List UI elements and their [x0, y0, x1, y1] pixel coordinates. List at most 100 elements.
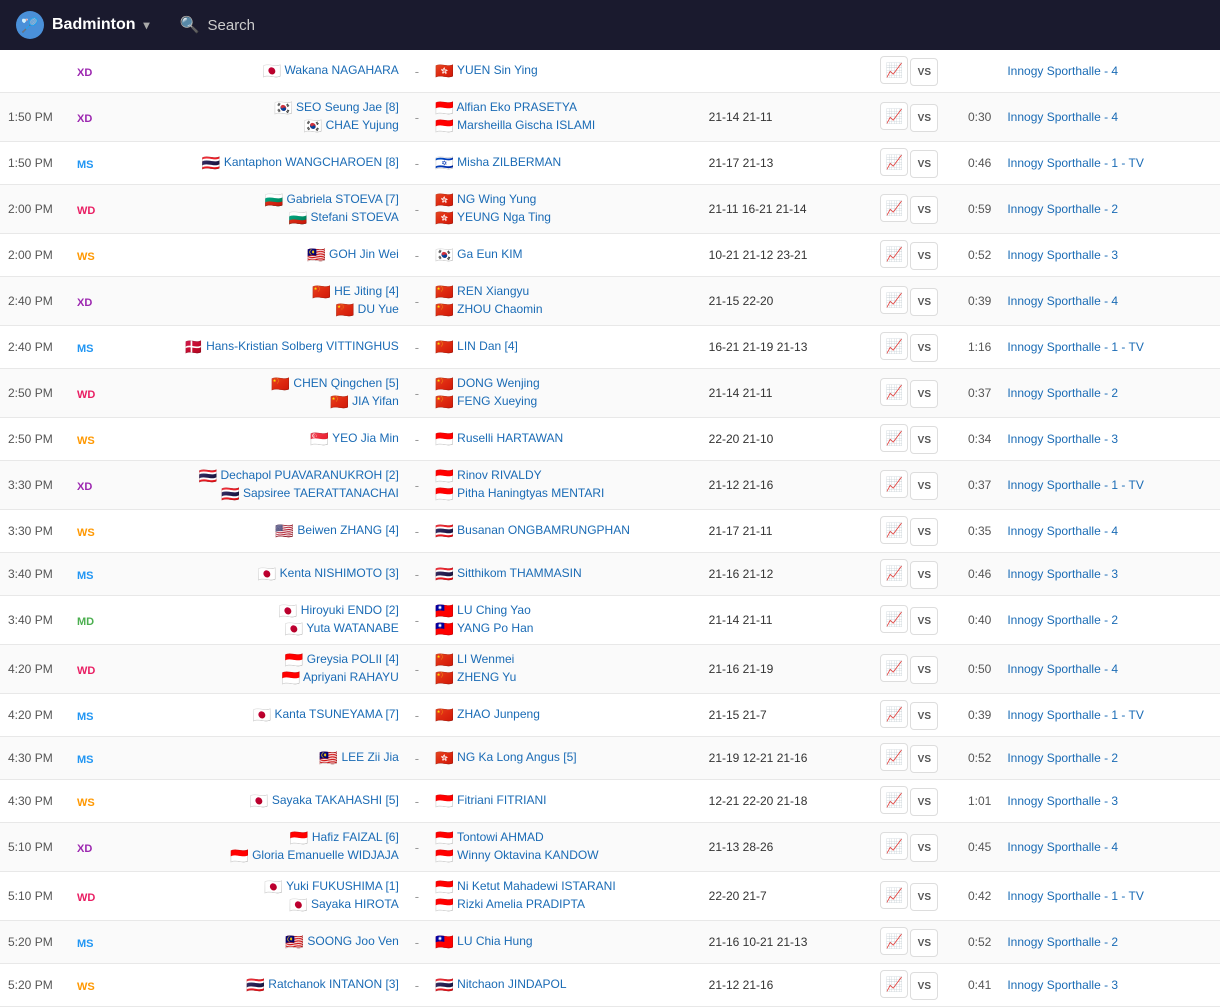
- vs-button[interactable]: VS: [910, 788, 938, 816]
- opponent1-name[interactable]: 🇮🇩 Fitriani FITRIANI: [435, 792, 693, 810]
- chart-button[interactable]: 📈: [880, 424, 908, 452]
- match-venue[interactable]: Innogy Sporthalle - 4: [999, 510, 1220, 553]
- vs-button[interactable]: VS: [910, 380, 938, 408]
- player1-name[interactable]: 🇹🇭 Kantaphon WANGCHAROEN [8]: [115, 154, 398, 172]
- chart-button[interactable]: 📈: [880, 332, 908, 360]
- opponent1-name[interactable]: 🇭🇰 YUEN Sin Ying: [435, 62, 693, 80]
- player1-name[interactable]: 🇮🇩 Hafiz FAIZAL [6]: [115, 829, 398, 847]
- opponent2-name[interactable]: 🇮🇩 Winny Oktavina KANDOW: [435, 847, 693, 865]
- match-venue[interactable]: Innogy Sporthalle - 2: [999, 185, 1220, 234]
- opponent2-name[interactable]: 🇨🇳 ZHENG Yu: [435, 669, 693, 687]
- opponent2-name[interactable]: 🇨🇳 ZHOU Chaomin: [435, 301, 693, 319]
- player1-name[interactable]: 🇰🇷 SEO Seung Jae [8]: [115, 99, 398, 117]
- opponent1-name[interactable]: 🇨🇳 LI Wenmei: [435, 651, 693, 669]
- player1-name[interactable]: 🇹🇭 Ratchanok INTANON [3]: [115, 976, 398, 994]
- player1-name[interactable]: 🇯🇵 Sayaka TAKAHASHI [5]: [115, 792, 398, 810]
- player2-name[interactable]: 🇯🇵 Yuta WATANABE: [115, 620, 398, 638]
- opponent1-name[interactable]: 🇹🇭 Busanan ONGBAMRUNGPHAN: [435, 522, 693, 540]
- match-venue[interactable]: Innogy Sporthalle - 4: [999, 277, 1220, 326]
- player1-name[interactable]: 🇲🇾 SOONG Joo Ven: [115, 933, 398, 951]
- chart-button[interactable]: 📈: [880, 970, 908, 998]
- opponent2-name[interactable]: 🇨🇳 FENG Xueying: [435, 393, 693, 411]
- opponent1-name[interactable]: 🇮🇩 Ni Ketut Mahadewi ISTARANI: [435, 878, 693, 896]
- player2-name[interactable]: 🇰🇷 CHAE Yujung: [115, 117, 398, 135]
- match-venue[interactable]: Innogy Sporthalle - 2: [999, 737, 1220, 780]
- player1-name[interactable]: 🇯🇵 Yuki FUKUSHIMA [1]: [115, 878, 398, 896]
- opponent1-name[interactable]: 🇹🇼 LU Ching Yao: [435, 602, 693, 620]
- opponent1-name[interactable]: 🇹🇼 LU Chia Hung: [435, 933, 693, 951]
- player1-name[interactable]: 🇯🇵 Kenta NISHIMOTO [3]: [115, 565, 398, 583]
- match-venue[interactable]: Innogy Sporthalle - 2: [999, 921, 1220, 964]
- vs-button[interactable]: VS: [910, 58, 938, 86]
- match-venue[interactable]: Innogy Sporthalle - 3: [999, 234, 1220, 277]
- opponent1-name[interactable]: 🇨🇳 REN Xiangyu: [435, 283, 693, 301]
- vs-button[interactable]: VS: [910, 656, 938, 684]
- vs-button[interactable]: VS: [910, 972, 938, 1000]
- opponent1-name[interactable]: 🇨🇳 LIN Dan [4]: [435, 338, 693, 356]
- match-venue[interactable]: Innogy Sporthalle - 3: [999, 418, 1220, 461]
- match-venue[interactable]: Innogy Sporthalle - 3: [999, 964, 1220, 1007]
- vs-button[interactable]: VS: [910, 702, 938, 730]
- vs-button[interactable]: VS: [910, 196, 938, 224]
- match-venue[interactable]: Innogy Sporthalle - 1 - TV: [999, 694, 1220, 737]
- player1-name[interactable]: 🇨🇳 HE Jiting [4]: [115, 283, 398, 301]
- opponent1-name[interactable]: 🇮🇩 Alfian Eko PRASETYA: [435, 99, 693, 117]
- opponent1-name[interactable]: 🇮🇩 Ruselli HARTAWAN: [435, 430, 693, 448]
- opponent1-name[interactable]: 🇭🇰 NG Ka Long Angus [5]: [435, 749, 693, 767]
- match-venue[interactable]: Innogy Sporthalle - 1 - TV: [999, 142, 1220, 185]
- vs-button[interactable]: VS: [910, 104, 938, 132]
- player2-name[interactable]: 🇨🇳 JIA Yifan: [115, 393, 398, 411]
- vs-button[interactable]: VS: [910, 883, 938, 911]
- opponent2-name[interactable]: 🇮🇩 Rizki Amelia PRADIPTA: [435, 896, 693, 914]
- player2-name[interactable]: 🇮🇩 Apriyani RAHAYU: [115, 669, 398, 687]
- opponent1-name[interactable]: 🇨🇳 DONG Wenjing: [435, 375, 693, 393]
- match-venue[interactable]: Innogy Sporthalle - 1 - TV: [999, 326, 1220, 369]
- player1-name[interactable]: 🇯🇵 Kanta TSUNEYAMA [7]: [115, 706, 398, 724]
- player2-name[interactable]: 🇹🇭 Sapsiree TAERATTANACHAI: [115, 485, 398, 503]
- player1-name[interactable]: 🇨🇳 CHEN Qingchen [5]: [115, 375, 398, 393]
- match-venue[interactable]: Innogy Sporthalle - 4: [999, 823, 1220, 872]
- vs-button[interactable]: VS: [910, 150, 938, 178]
- chart-button[interactable]: 📈: [880, 654, 908, 682]
- chart-button[interactable]: 📈: [880, 559, 908, 587]
- player1-name[interactable]: 🇮🇩 Greysia POLII [4]: [115, 651, 398, 669]
- opponent1-name[interactable]: 🇮🇩 Rinov RIVALDY: [435, 467, 693, 485]
- chart-button[interactable]: 📈: [880, 832, 908, 860]
- vs-button[interactable]: VS: [910, 334, 938, 362]
- match-venue[interactable]: Innogy Sporthalle - 4: [999, 50, 1220, 93]
- vs-button[interactable]: VS: [910, 472, 938, 500]
- opponent2-name[interactable]: 🇭🇰 YEUNG Nga Ting: [435, 209, 693, 227]
- opponent2-name[interactable]: 🇮🇩 Pitha Haningtyas MENTARI: [435, 485, 693, 503]
- player1-name[interactable]: 🇲🇾 GOH Jin Wei: [115, 246, 398, 264]
- player1-name[interactable]: 🇧🇬 Gabriela STOEVA [7]: [115, 191, 398, 209]
- vs-button[interactable]: VS: [910, 288, 938, 316]
- vs-button[interactable]: VS: [910, 607, 938, 635]
- chart-button[interactable]: 📈: [880, 194, 908, 222]
- chart-button[interactable]: 📈: [880, 378, 908, 406]
- vs-button[interactable]: VS: [910, 518, 938, 546]
- player2-name[interactable]: 🇧🇬 Stefani STOEVA: [115, 209, 398, 227]
- match-venue[interactable]: Innogy Sporthalle - 2: [999, 596, 1220, 645]
- opponent1-name[interactable]: 🇹🇭 Nitchaon JINDAPOL: [435, 976, 693, 994]
- vs-button[interactable]: VS: [910, 834, 938, 862]
- logo[interactable]: 🏸 Badminton ▾: [16, 11, 150, 39]
- player2-name[interactable]: 🇨🇳 DU Yue: [115, 301, 398, 319]
- chart-button[interactable]: 📈: [880, 927, 908, 955]
- opponent1-name[interactable]: 🇨🇳 ZHAO Junpeng: [435, 706, 693, 724]
- opponent1-name[interactable]: 🇰🇷 Ga Eun KIM: [435, 246, 693, 264]
- chart-button[interactable]: 📈: [880, 743, 908, 771]
- player1-name[interactable]: 🇩🇰 Hans-Kristian Solberg VITTINGHUS: [115, 338, 398, 356]
- opponent1-name[interactable]: 🇭🇰 NG Wing Yung: [435, 191, 693, 209]
- chart-button[interactable]: 📈: [880, 148, 908, 176]
- chart-button[interactable]: 📈: [880, 786, 908, 814]
- vs-button[interactable]: VS: [910, 929, 938, 957]
- chart-button[interactable]: 📈: [880, 605, 908, 633]
- chart-button[interactable]: 📈: [880, 470, 908, 498]
- player1-name[interactable]: 🇸🇬 YEO Jia Min: [115, 430, 398, 448]
- match-venue[interactable]: Innogy Sporthalle - 3: [999, 780, 1220, 823]
- match-venue[interactable]: Innogy Sporthalle - 1 - TV: [999, 461, 1220, 510]
- player1-name[interactable]: 🇯🇵 Wakana NAGAHARA: [115, 62, 398, 80]
- chart-button[interactable]: 📈: [880, 516, 908, 544]
- chart-button[interactable]: 📈: [880, 240, 908, 268]
- vs-button[interactable]: VS: [910, 426, 938, 454]
